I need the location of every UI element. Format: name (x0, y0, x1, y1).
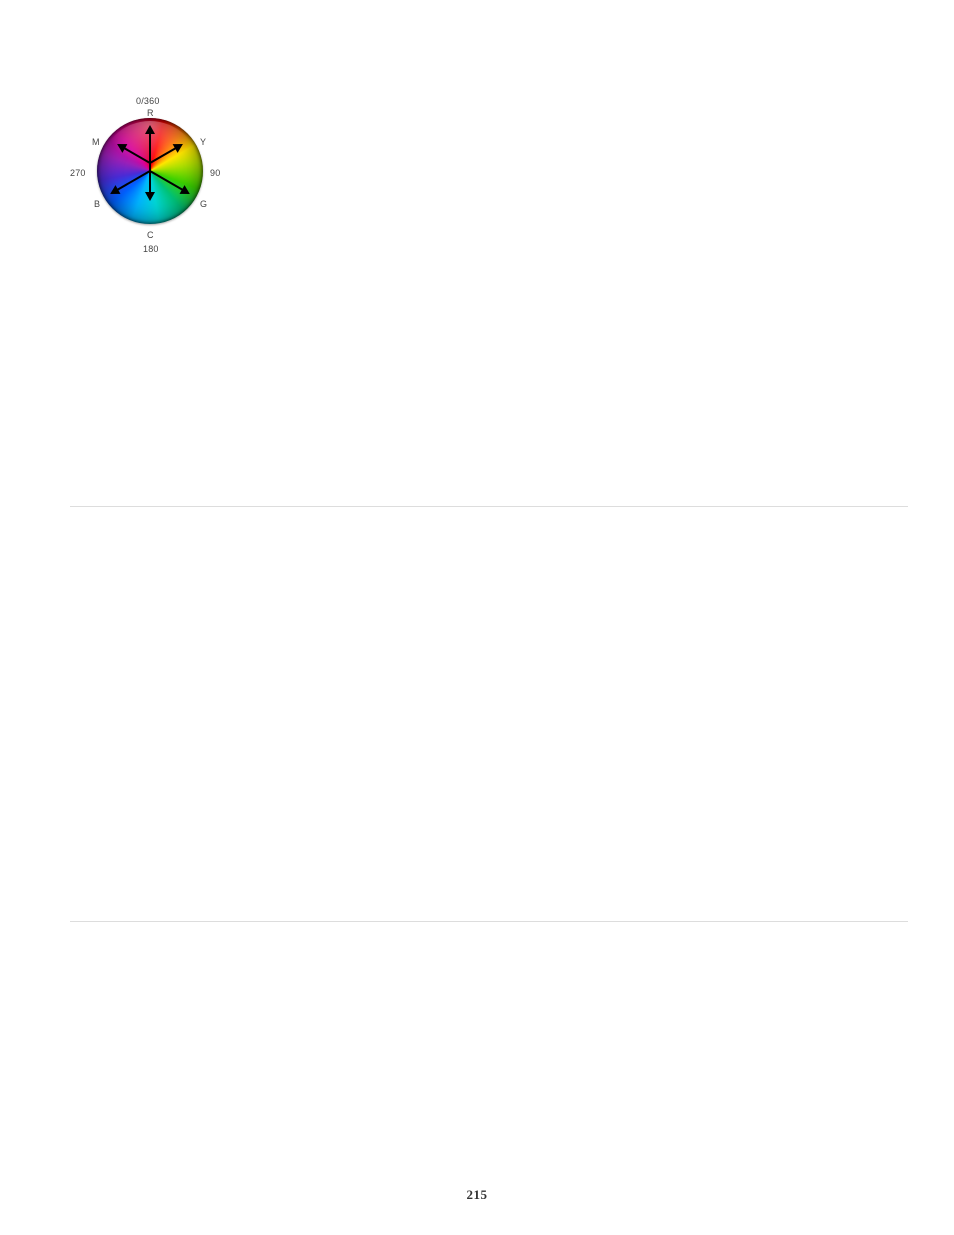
color-r-label: R (147, 108, 154, 118)
page-number: 215 (0, 1187, 954, 1203)
color-c-label: C (147, 230, 154, 240)
document-page: 0/360 90 180 270 R Y G C B M (0, 0, 954, 1235)
page-content: 0/360 90 180 270 R Y G C B M (70, 0, 908, 1235)
degree-top-label: 0/360 (136, 96, 160, 106)
color-wheel (97, 118, 203, 224)
degree-left-label: 270 (70, 168, 86, 178)
degree-bottom-label: 180 (143, 244, 159, 254)
section-divider (70, 921, 908, 922)
section-divider (70, 506, 908, 507)
hue-wheel-icon (97, 118, 203, 224)
degree-right-label: 90 (210, 168, 220, 178)
color-wheel-figure: 0/360 90 180 270 R Y G C B M (70, 96, 230, 266)
